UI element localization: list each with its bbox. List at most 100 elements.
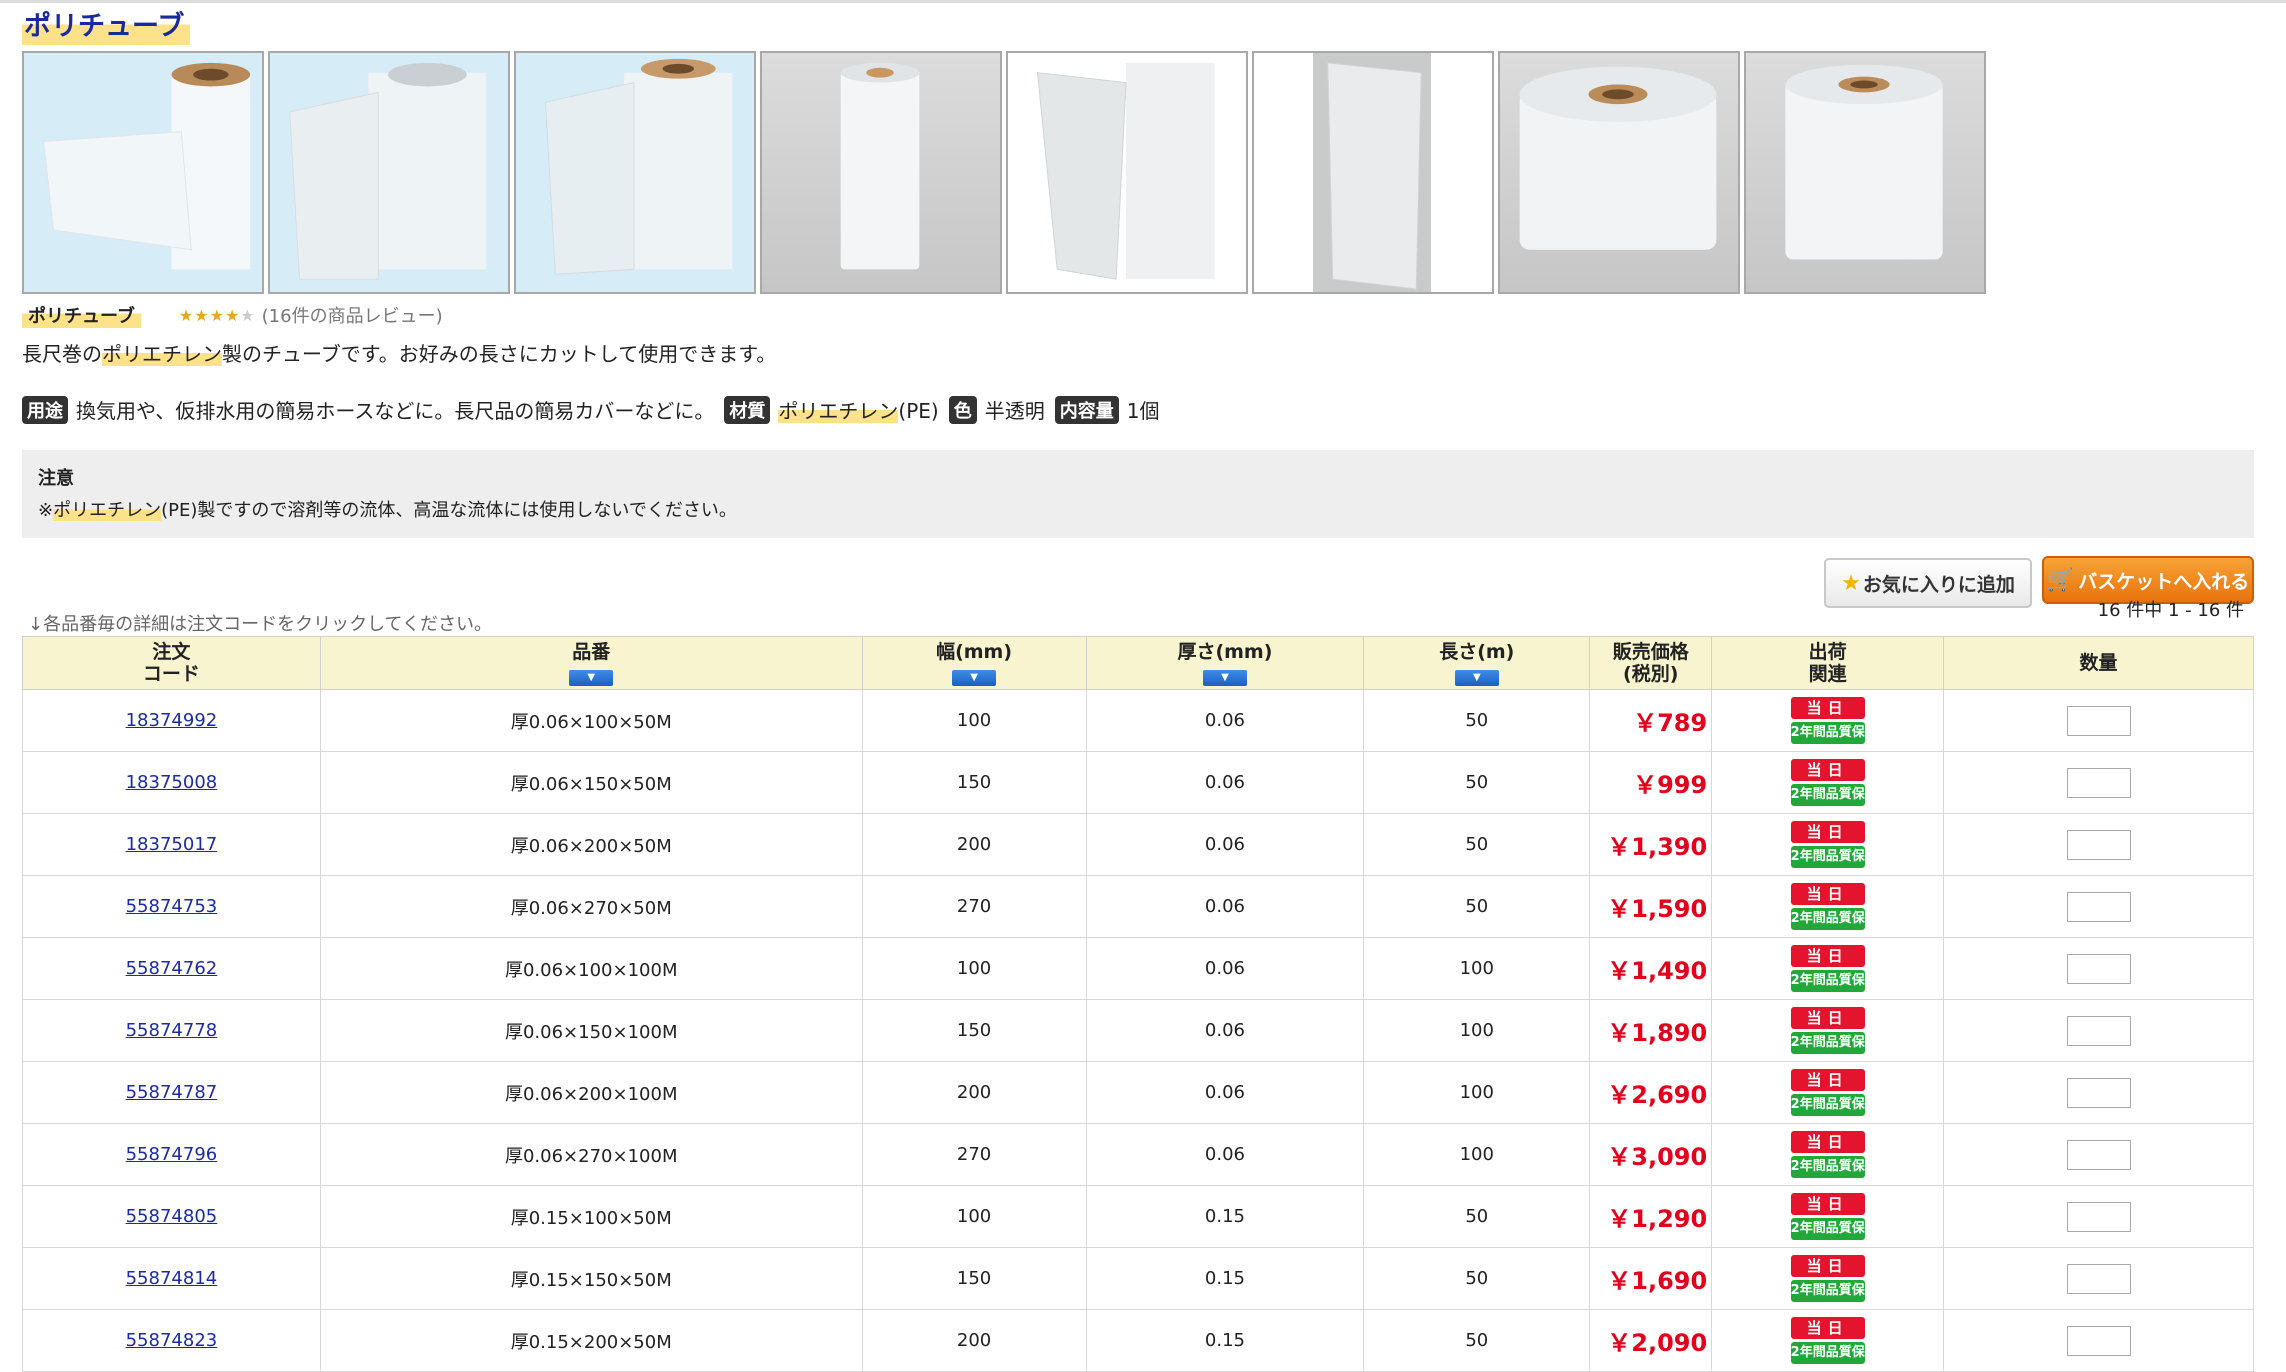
thickness-cell: 0.06 bbox=[1085, 813, 1365, 876]
quantity-cell bbox=[1943, 1061, 2254, 1124]
quantity-cell bbox=[1943, 751, 2254, 814]
same-day-badge: 当日 bbox=[1790, 945, 1865, 967]
quantity-input[interactable] bbox=[2066, 953, 2131, 984]
order-code-cell: 55874762 bbox=[22, 937, 321, 1000]
quantity-cell bbox=[1943, 1309, 2254, 1372]
order-code-hint: ↓各品番毎の詳細は注文コードをクリックしてください。 bbox=[28, 614, 492, 635]
product-table: 注文 コード 品番 ▼ 幅(mm) ▼ 厚さ(mm) ▼ 長さ(m) ▼ 販売価格 (税別)… bbox=[22, 636, 2254, 1372]
order-code-link[interactable]: 55874787 bbox=[126, 1082, 218, 1103]
header-part-number: 品番 ▼ bbox=[319, 636, 863, 690]
thumbnail-7[interactable] bbox=[1498, 51, 1740, 294]
product-name: ポリチューブ bbox=[22, 302, 141, 328]
order-code-link[interactable]: 55874753 bbox=[126, 896, 218, 917]
material-tag: 材質 bbox=[724, 395, 771, 424]
sort-down-icon[interactable]: ▼ bbox=[569, 669, 614, 686]
sort-down-icon[interactable]: ▼ bbox=[952, 669, 997, 686]
shipping-cell: 当日 2年間品質保証 bbox=[1711, 999, 1945, 1062]
price-cell: ￥1,290 bbox=[1589, 1185, 1713, 1248]
order-code-link[interactable]: 18375008 bbox=[126, 772, 218, 793]
part-number-cell: 厚0.06×150×50M bbox=[319, 751, 863, 814]
same-day-badge: 当日 bbox=[1790, 821, 1865, 843]
table-row: 55874796 厚0.06×270×100M 270 0.06 100 ￥3,090 当日… bbox=[22, 1123, 2254, 1186]
quantity-input[interactable] bbox=[2066, 1325, 2131, 1356]
quantity-input[interactable] bbox=[2066, 829, 2131, 860]
price-cell: ￥1,590 bbox=[1589, 875, 1713, 938]
thumbnail-2[interactable] bbox=[268, 51, 510, 294]
color-value: 半透明 bbox=[984, 399, 1045, 423]
thickness-cell: 0.06 bbox=[1085, 937, 1365, 1000]
shipping-cell: 当日 2年間品質保証 bbox=[1711, 813, 1945, 876]
quantity-input[interactable] bbox=[2066, 1201, 2131, 1232]
same-day-badge: 当日 bbox=[1790, 1131, 1865, 1153]
thickness-cell: 0.06 bbox=[1085, 751, 1365, 814]
thumbnail-5[interactable] bbox=[1006, 51, 1248, 294]
order-code-link[interactable]: 55874814 bbox=[126, 1268, 218, 1289]
order-code-link[interactable]: 55874778 bbox=[126, 1020, 218, 1041]
quantity-cell bbox=[1943, 1185, 2254, 1248]
order-code-link[interactable]: 18374992 bbox=[126, 710, 218, 731]
shipping-cell: 当日 2年間品質保証 bbox=[1711, 1247, 1945, 1310]
order-code-cell: 55874823 bbox=[22, 1309, 321, 1372]
add-favorite-button[interactable]: ★ お気に入りに追加 bbox=[1824, 558, 2032, 608]
sort-down-icon[interactable]: ▼ bbox=[1202, 669, 1247, 686]
thumbnail-4[interactable] bbox=[760, 51, 1002, 294]
sort-down-icon[interactable]: ▼ bbox=[1454, 669, 1499, 686]
thumbnail-1[interactable] bbox=[22, 51, 264, 294]
order-code-cell: 55874778 bbox=[22, 999, 321, 1062]
star-icon: ★ bbox=[1841, 570, 1861, 596]
price-cell: ￥1,690 bbox=[1589, 1247, 1713, 1310]
order-code-cell: 55874805 bbox=[22, 1185, 321, 1248]
quantity-input[interactable] bbox=[2066, 1015, 2131, 1046]
table-row: 55874805 厚0.15×100×50M 100 0.15 50 ￥1,290 当日 2年… bbox=[22, 1185, 2254, 1248]
shipping-cell: 当日 2年間品質保証 bbox=[1711, 1309, 1945, 1372]
table-row: 18375017 厚0.06×200×50M 200 0.06 50 ￥1,390 当日 2年… bbox=[22, 813, 2254, 876]
width-cell: 150 bbox=[861, 751, 1087, 814]
same-day-badge: 当日 bbox=[1790, 883, 1865, 905]
quantity-input[interactable] bbox=[2066, 767, 2131, 798]
header-price: 販売価格 (税別) bbox=[1589, 636, 1713, 690]
quantity-input[interactable] bbox=[2066, 705, 2131, 736]
thickness-cell: 0.15 bbox=[1085, 1309, 1365, 1372]
page-title: ポリチューブ bbox=[22, 4, 191, 45]
length-cell: 50 bbox=[1363, 1247, 1591, 1310]
warranty-badge: 2年間品質保証 bbox=[1790, 1156, 1865, 1178]
price-cell: ￥1,890 bbox=[1589, 999, 1713, 1062]
quantity-input[interactable] bbox=[2066, 891, 2131, 922]
highlight-polyethylene[interactable]: ポリエチレン bbox=[102, 342, 222, 366]
order-code-link[interactable]: 55874796 bbox=[126, 1144, 218, 1165]
order-code-link[interactable]: 55874805 bbox=[126, 1206, 218, 1227]
part-number-cell: 厚0.06×150×100M bbox=[319, 999, 863, 1062]
quantity-cell bbox=[1943, 689, 2254, 752]
thickness-cell: 0.15 bbox=[1085, 1247, 1365, 1310]
order-code-cell: 18375008 bbox=[22, 751, 321, 814]
order-code-cell: 55874787 bbox=[22, 1061, 321, 1124]
warranty-badge: 2年間品質保証 bbox=[1790, 846, 1865, 868]
thumbnail-8[interactable] bbox=[1744, 51, 1986, 294]
length-cell: 100 bbox=[1363, 1123, 1591, 1186]
shipping-cell: 当日 2年間品質保証 bbox=[1711, 751, 1945, 814]
width-cell: 150 bbox=[861, 1247, 1087, 1310]
notice-box: 注意 ※ポリエチレン(PE)製ですので溶剤等の流体、高温な流体には使用しないでく… bbox=[22, 450, 2254, 538]
header-width: 幅(mm) ▼ bbox=[861, 636, 1087, 690]
price-cell: ￥1,490 bbox=[1589, 937, 1713, 1000]
thumbnail-6[interactable] bbox=[1252, 51, 1494, 294]
product-meta: ポリチューブ ★★★★★ (16件の商品レビュー) bbox=[22, 302, 2254, 328]
order-code-link[interactable]: 18375017 bbox=[126, 834, 218, 855]
part-number-cell: 厚0.06×200×50M bbox=[319, 813, 863, 876]
review-count-link[interactable]: (16件の商品レビュー) bbox=[262, 302, 443, 328]
usage-value: 換気用や、仮排水用の簡易ホースなどに。長尺品の簡易カバーなどに。 bbox=[76, 399, 715, 423]
order-code-link[interactable]: 55874762 bbox=[126, 958, 218, 979]
material-value: ポリエチレン(PE) bbox=[778, 399, 939, 423]
thumbnail-3[interactable] bbox=[514, 51, 756, 294]
part-number-cell: 厚0.06×100×50M bbox=[319, 689, 863, 752]
notice-text: ※ポリエチレン(PE)製ですので溶剤等の流体、高温な流体には使用しないでください… bbox=[38, 500, 737, 521]
quantity-input[interactable] bbox=[2066, 1077, 2131, 1108]
quantity-input[interactable] bbox=[2066, 1139, 2131, 1170]
table-row: 55874823 厚0.15×200×50M 200 0.15 50 ￥2,090 当日 2年… bbox=[22, 1309, 2254, 1372]
top-border bbox=[0, 0, 2286, 3]
header-length: 長さ(m) ▼ bbox=[1363, 636, 1591, 690]
length-cell: 50 bbox=[1363, 1309, 1591, 1372]
order-code-link[interactable]: 55874823 bbox=[126, 1330, 218, 1351]
quantity-input[interactable] bbox=[2066, 1263, 2131, 1294]
thickness-cell: 0.06 bbox=[1085, 1061, 1365, 1124]
